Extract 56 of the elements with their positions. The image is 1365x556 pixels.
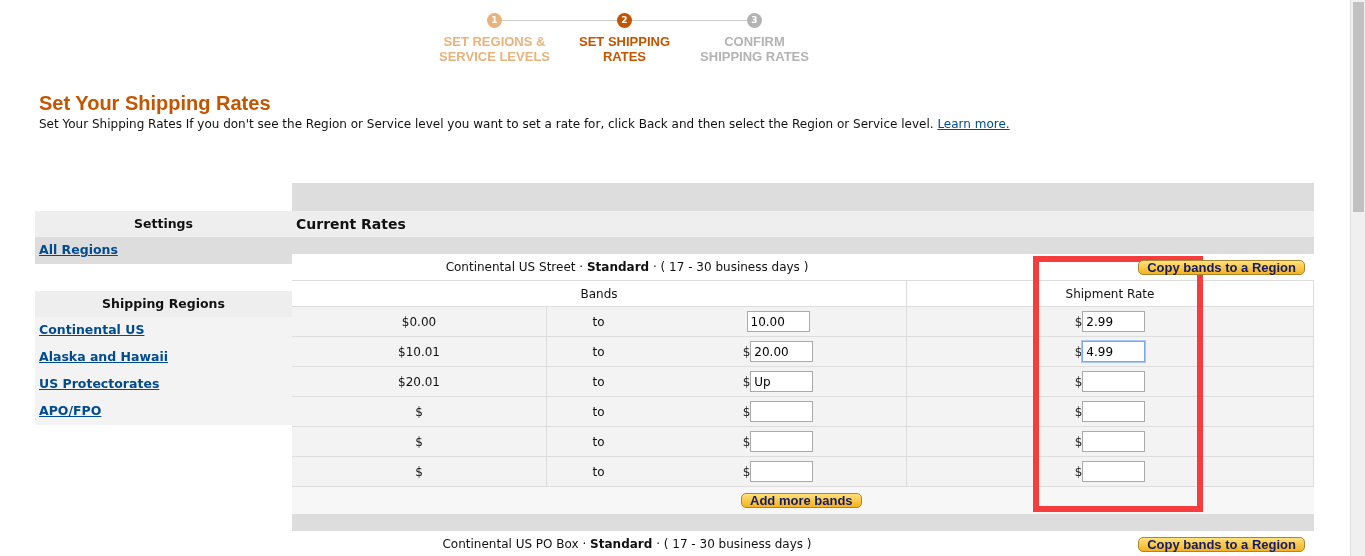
table-cell: $10.01	[292, 337, 547, 367]
input-field[interactable]	[1082, 401, 1146, 422]
column-header: Shipment Rate	[907, 281, 1314, 307]
input-field[interactable]: Up	[750, 371, 814, 392]
input-field[interactable]	[1082, 371, 1146, 392]
currency-symbol: $	[742, 343, 751, 361]
currency-symbol: $	[1074, 463, 1083, 481]
input-field[interactable]	[750, 461, 814, 482]
copy-bands-button[interactable]: Copy bands to a Region	[1138, 536, 1305, 552]
step-label: CONFIRM SHIPPING RATES	[699, 34, 810, 64]
column-header: Bands	[292, 281, 907, 307]
table-cell: $20.01	[292, 367, 547, 397]
step-label: SET SHIPPING RATES	[578, 34, 671, 64]
section-title: Current Rates	[292, 211, 1314, 237]
input-field[interactable]	[1082, 431, 1146, 452]
input-field[interactable]	[750, 401, 814, 422]
sidebar-heading: Settings	[35, 211, 292, 237]
table-cell: $	[292, 457, 547, 487]
table-cell: to	[547, 397, 650, 427]
step-number: 1	[487, 13, 502, 28]
copy-bands-button[interactable]: Copy bands to a Region	[1138, 259, 1305, 275]
table-cell: $	[292, 397, 547, 427]
table-cell: $0.00	[292, 307, 547, 337]
scrollbar-thumb[interactable]	[1352, 2, 1364, 212]
currency-symbol: $	[1074, 373, 1083, 391]
currency-symbol: $	[1074, 433, 1083, 451]
currency-symbol: $	[1074, 313, 1083, 331]
step-label: SET REGIONS & SERVICE LEVELS	[438, 34, 551, 64]
table-cell: $	[292, 427, 547, 457]
table-cell: to	[547, 307, 650, 337]
page-title: Set Your Shipping Rates	[39, 91, 272, 115]
input-field[interactable]: 10.00	[746, 311, 810, 332]
input-field[interactable]	[1082, 461, 1146, 482]
step-number: 3	[747, 13, 762, 28]
table-cell: to	[547, 457, 650, 487]
table-cell: to	[547, 367, 650, 397]
currency-symbol: $	[1074, 403, 1083, 421]
input-field[interactable]	[750, 431, 814, 452]
currency-symbol: $	[742, 463, 751, 481]
learn-more-link[interactable]: Learn more.	[937, 117, 1010, 131]
sidebar-heading: Shipping Regions	[35, 291, 292, 317]
input-field[interactable]: 2.99	[1082, 311, 1146, 332]
table-cell: to	[547, 427, 650, 457]
currency-symbol: $	[742, 403, 751, 421]
step-number: 2	[617, 13, 632, 28]
currency-symbol: $	[742, 433, 751, 451]
table-cell: to	[547, 337, 650, 367]
currency-symbol: $	[742, 373, 751, 391]
currency-symbol: $	[1074, 343, 1083, 361]
service-heading: Continental US PO Box · Standard · ( 17 - 30 business days )	[441, 536, 813, 553]
add-bands-button[interactable]: Add more bands	[741, 493, 862, 508]
intro-text: Set Your Shipping Rates If you don't see the Region or Service level you want to set a rate for, click Back and then select the Region or Service level. Learn more.	[39, 116, 1011, 133]
input-field[interactable]: 4.99	[1082, 341, 1146, 362]
input-field[interactable]: 20.00	[750, 341, 814, 362]
service-heading: Continental US Street · Standard · ( 17 - 30 business days )	[444, 259, 810, 276]
sidebar-link[interactable]: APO/FPO	[39, 402, 102, 421]
